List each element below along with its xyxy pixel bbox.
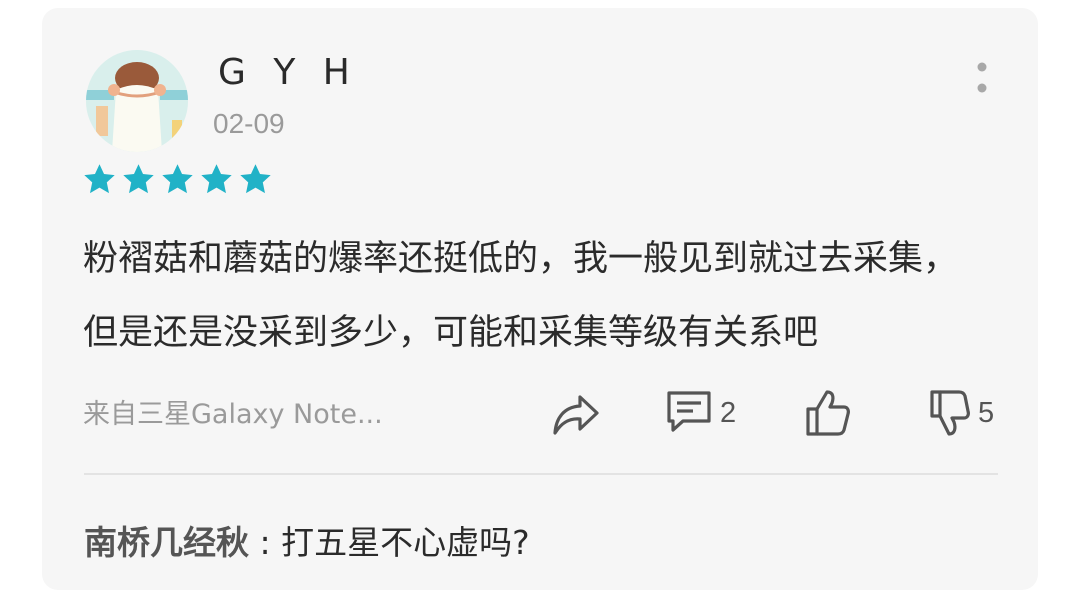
thumbs-up-icon: [806, 390, 850, 436]
share-arrow-icon: [553, 395, 599, 435]
review-text: 粉褶菇和蘑菇的爆率还挺低的，我一般见到就过去采集，但是还是没采到多少，可能和采集…: [83, 239, 959, 353]
review-card: G Y H 02-09 粉褶菇和蘑菇的爆率还挺低的，我一般见到就过去采集，但是还…: [42, 8, 1038, 590]
star-icon: [84, 164, 115, 194]
comment-count: 2: [720, 396, 737, 429]
divider: [84, 473, 998, 475]
avatar[interactable]: [86, 50, 188, 152]
avatar-image: [86, 50, 188, 152]
star-icon: [123, 164, 154, 194]
reply-separator: :: [249, 523, 282, 562]
dislike-button[interactable]: 5: [928, 388, 994, 438]
more-vertical-icon[interactable]: [970, 58, 994, 104]
review-date: 02-09: [213, 108, 285, 139]
reply-username[interactable]: 南桥几经秋: [84, 523, 249, 562]
reply-preview[interactable]: 南桥几经秋 : 打五星不心虚吗?: [84, 516, 530, 564]
reply-text: 打五星不心虚吗?: [281, 523, 530, 562]
share-button[interactable]: [550, 392, 602, 438]
star-icon: [162, 164, 193, 194]
device-label: 来自三星Galaxy Note...: [83, 399, 383, 430]
username[interactable]: G Y H: [218, 52, 358, 93]
comment-icon: [667, 391, 711, 432]
thumbs-down-icon: [930, 390, 970, 436]
star-icon: [201, 164, 232, 194]
like-button[interactable]: [804, 388, 852, 438]
star-rating: [82, 162, 273, 200]
star-icon: [240, 164, 271, 194]
comment-button[interactable]: 2: [664, 388, 736, 438]
dislike-count: 5: [978, 396, 995, 429]
